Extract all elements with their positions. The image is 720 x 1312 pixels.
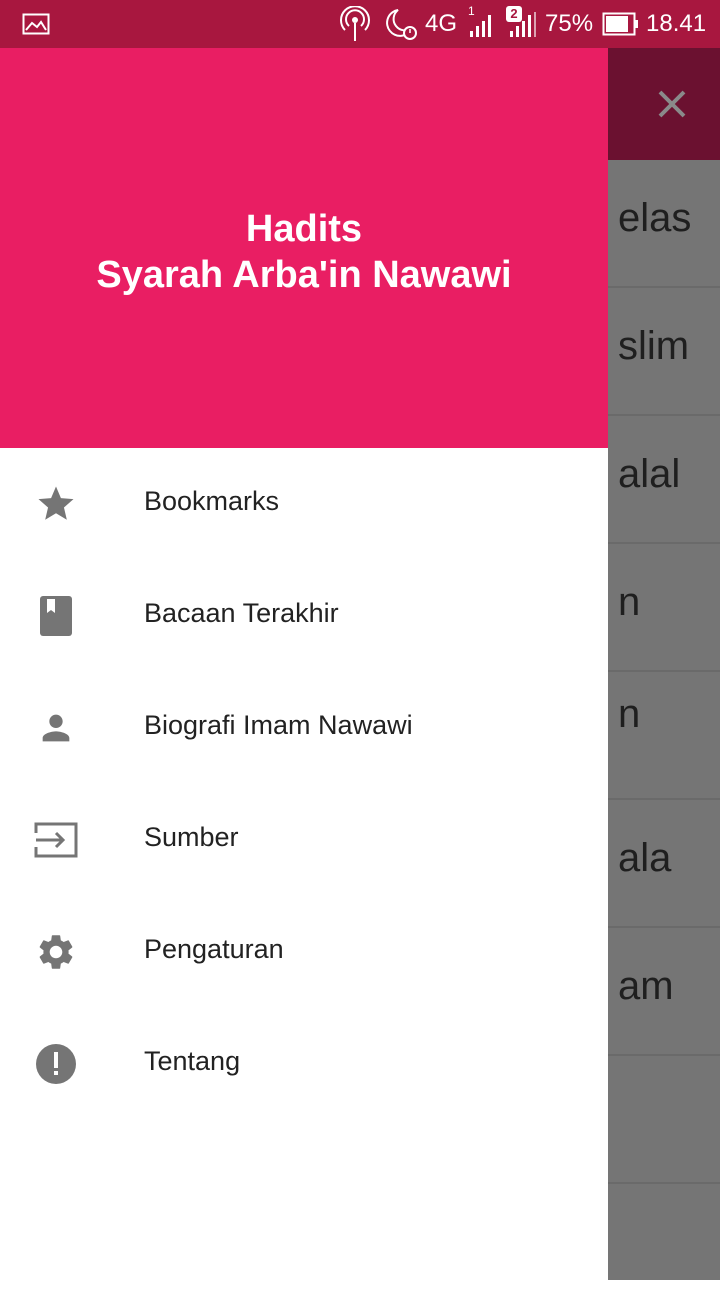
menu-item-label: Biografi Imam Nawawi [144, 710, 413, 740]
input-icon [32, 820, 80, 860]
drawer-header: Hadits Syarah Arba'in Nawawi [0, 48, 608, 448]
menu-item-bacaan-terakhir[interactable]: Bacaan Terakhir [0, 560, 608, 672]
menu-item-label: Tentang [144, 1046, 241, 1076]
list-item-text: n [618, 580, 641, 624]
menu-item-pengaturan[interactable]: Pengaturan [0, 896, 608, 1008]
menu-item-tentang[interactable]: Tentang [0, 1008, 608, 1120]
menu-item-label: Bookmarks [144, 486, 280, 516]
list-item-text: alal [618, 452, 681, 496]
signal-sim2-icon: 2 [504, 0, 538, 48]
app-title-line2: Syarah Arba'in Nawawi [96, 254, 512, 296]
gear-icon [32, 932, 80, 972]
moon-alarm-icon [382, 0, 420, 48]
list-item-text: am [618, 964, 674, 1008]
list-item-text: n [618, 692, 641, 736]
menu-item-biografi[interactable]: Biografi Imam Nawawi [0, 672, 608, 784]
navigation-drawer: Hadits Syarah Arba'in Nawawi Bookmarks B… [0, 48, 608, 1280]
menu-item-sumber[interactable]: Sumber [0, 784, 608, 896]
list-item-text: slim [618, 324, 690, 368]
menu-item-label: Sumber [144, 822, 239, 852]
network-type: 4G [425, 10, 458, 37]
status-bar: 4G 1 2 75% 18.41 [0, 0, 720, 48]
battery-icon [602, 0, 640, 48]
alert-icon [32, 1044, 80, 1084]
battery-percentage: 75% [545, 10, 594, 37]
signal-sim1-icon: 1 [466, 0, 496, 48]
app-title: Hadits Syarah Arba'in Nawawi [0, 206, 608, 298]
menu-item-bookmarks[interactable]: Bookmarks [0, 448, 608, 560]
image-notification-icon [22, 0, 50, 48]
hotspot-icon [340, 0, 370, 48]
close-icon[interactable] [648, 80, 696, 128]
menu-item-label: Bacaan Terakhir [144, 598, 339, 628]
menu-item-label: Pengaturan [144, 934, 284, 964]
star-icon [32, 484, 80, 524]
clock: 18.41 [646, 10, 707, 37]
person-icon [32, 708, 80, 748]
list-item-text: ala [618, 836, 672, 880]
bookmark-book-icon [32, 596, 80, 636]
list-item-text: elas [618, 196, 692, 240]
app-title-line1: Hadits [245, 208, 363, 250]
